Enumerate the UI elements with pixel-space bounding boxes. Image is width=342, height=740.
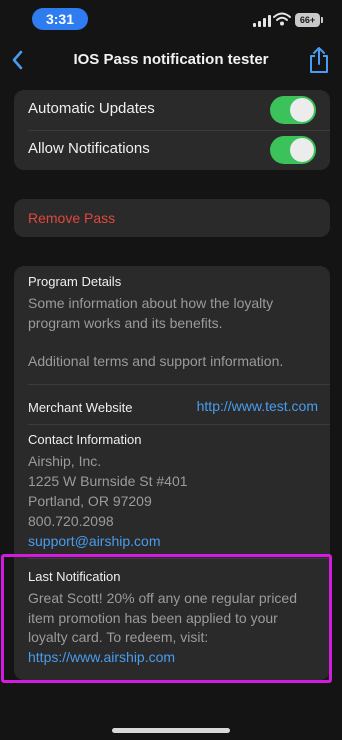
nav-bar: IOS Pass notification tester <box>0 40 342 80</box>
divider <box>28 384 330 385</box>
contact-address-city: Portland, OR 97209 <box>28 493 152 509</box>
contact-address-street: 1225 W Burnside St #401 <box>28 473 188 489</box>
contact-phone: 800.720.2098 <box>28 513 114 529</box>
page-title: IOS Pass notification tester <box>73 51 269 68</box>
automatic-updates-toggle[interactable] <box>270 96 316 124</box>
share-icon[interactable] <box>306 45 332 75</box>
battery-icon: 66+ <box>295 13 323 27</box>
signal-icon <box>253 15 271 27</box>
remove-pass-label: Remove Pass <box>28 210 116 226</box>
allow-notifications-label: Allow Notifications <box>28 140 150 157</box>
program-details-text: Some information about how the loyalty p… <box>28 295 274 331</box>
status-time: 3:31 <box>32 8 88 30</box>
toggle-knob <box>290 138 314 162</box>
merchant-website-label: Merchant Website <box>28 400 133 415</box>
program-details-title: Program Details <box>28 274 122 289</box>
toggle-knob <box>290 98 314 122</box>
contact-email-link[interactable]: support@airship.com <box>28 533 161 549</box>
allow-notifications-row: Allow Notifications <box>14 130 330 170</box>
battery-level: 66+ <box>299 15 316 25</box>
merchant-website-link[interactable]: http://www.test.com <box>197 398 318 414</box>
automatic-updates-label: Automatic Updates <box>28 100 155 117</box>
highlight-box <box>1 554 332 683</box>
settings-group: Automatic Updates Allow Notifications <box>14 90 330 170</box>
divider <box>28 424 330 425</box>
contact-company: Airship, Inc. <box>28 453 102 469</box>
contact-information-title: Contact Information <box>28 432 142 447</box>
contact-email-wrap: support@airship.com <box>28 532 320 552</box>
allow-notifications-toggle[interactable] <box>270 136 316 164</box>
home-indicator <box>112 728 230 733</box>
wifi-icon <box>273 12 291 26</box>
remove-pass-button[interactable]: Remove Pass <box>14 199 330 237</box>
status-bar: 3:31 66+ <box>0 0 342 40</box>
automatic-updates-row: Automatic Updates <box>14 90 330 130</box>
program-details-terms: Additional terms and support information… <box>28 353 284 369</box>
